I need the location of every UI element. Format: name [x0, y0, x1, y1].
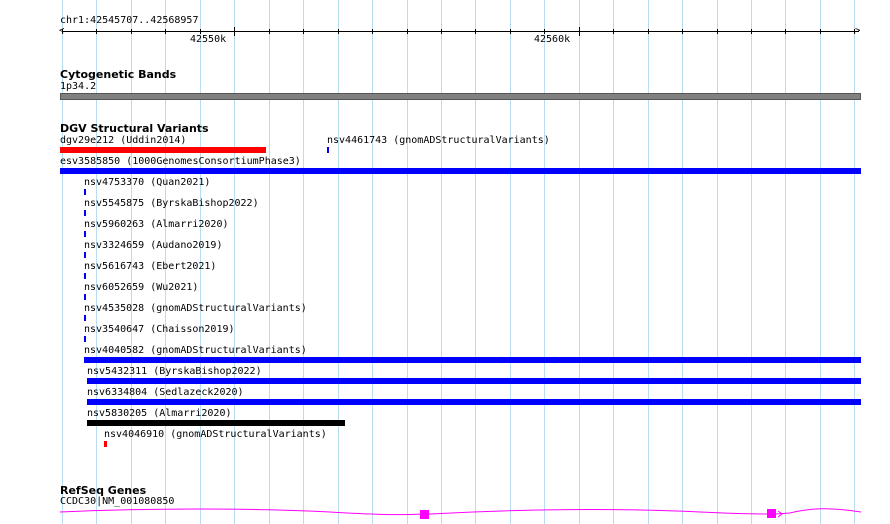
ruler-tick [131, 29, 132, 34]
ruler-tick [372, 29, 373, 34]
ruler-axis-line [62, 31, 859, 32]
variant-label: esv3585850 (1000GenomesConsortiumPhase3) [60, 156, 301, 167]
grid-line [441, 0, 442, 524]
grid-line [820, 0, 821, 524]
ruler-major-label-2: 42560k [534, 34, 571, 45]
variant-label: nsv6052659 (Wu2021) [84, 282, 199, 293]
variant-bar[interactable] [87, 399, 861, 405]
gene-exon [420, 510, 429, 519]
ruler-tick [338, 29, 339, 34]
variant-bar[interactable] [84, 273, 86, 279]
grid-line [303, 0, 304, 524]
variant-bar[interactable] [87, 420, 345, 426]
variant-bar[interactable] [84, 294, 86, 300]
grid-line [510, 0, 511, 524]
gene-model[interactable] [0, 504, 890, 524]
ruler-tick [717, 29, 718, 34]
variant-bar[interactable] [104, 441, 107, 447]
grid-line [854, 0, 855, 524]
ruler-tick [648, 29, 649, 34]
cytoband-track-title: Cytogenetic Bands [60, 68, 177, 81]
variant-label: nsv4461743 (gnomADStructuralVariants) [327, 135, 550, 146]
ruler-range-label: chr1:42545707..42568957 [60, 15, 199, 26]
variant-label: nsv6334804 (Sedlazeck2020) [87, 387, 244, 398]
ruler-tick [854, 29, 855, 34]
gene-exon [767, 509, 776, 518]
dgv-track-title: DGV Structural Variants [60, 122, 209, 135]
ruler-tick [544, 29, 545, 34]
variant-label: nsv3540647 (Chaisson2019) [84, 324, 235, 335]
ruler-tick [579, 27, 580, 36]
ruler-tick [303, 29, 304, 34]
grid-line [785, 0, 786, 524]
grid-line [407, 0, 408, 524]
ruler-major-label-1: 42550k [190, 34, 227, 45]
variant-bar[interactable] [84, 315, 86, 321]
variant-bar[interactable] [60, 168, 861, 174]
variant-bar[interactable] [84, 210, 86, 216]
ruler-tick [751, 29, 752, 34]
ruler-tick [682, 29, 683, 34]
variant-label: nsv4535028 (gnomADStructuralVariants) [84, 303, 307, 314]
variant-label: nsv5432311 (ByrskaBishop2022) [87, 366, 262, 377]
ruler-tick [820, 29, 821, 34]
grid-line [579, 0, 580, 524]
ruler-tick [510, 29, 511, 34]
variant-label: nsv4753370 (Quan2021) [84, 177, 211, 188]
grid-line [234, 0, 235, 524]
ruler-tick [269, 29, 270, 34]
variant-label: nsv5616743 (Ebert2021) [84, 261, 217, 272]
grid-line [338, 0, 339, 524]
grid-line [372, 0, 373, 524]
ruler-tick [407, 29, 408, 34]
variant-bar[interactable] [84, 336, 86, 342]
grid-line [751, 0, 752, 524]
grid-line [544, 0, 545, 524]
variant-bar[interactable] [84, 252, 86, 258]
cytoband-label: 1p34.2 [60, 81, 97, 92]
variant-label: nsv5960263 (Almarri2020) [84, 219, 229, 230]
variant-bar[interactable] [327, 147, 329, 153]
grid-line [475, 0, 476, 524]
ruler-right-arrow-icon: > [855, 26, 861, 36]
ruler-tick [441, 29, 442, 34]
variant-label: dgv29e212 (Uddin2014) [60, 135, 187, 146]
variant-bar[interactable] [60, 147, 266, 153]
variant-label: nsv5830205 (Almarri2020) [87, 408, 232, 419]
ruler-tick [785, 29, 786, 34]
variant-bar[interactable] [84, 231, 86, 237]
variant-label: nsv4040582 (gnomADStructuralVariants) [84, 345, 307, 356]
ruler-tick [62, 29, 63, 34]
variant-label: nsv4046910 (gnomADStructuralVariants) [104, 429, 327, 440]
ruler-tick [234, 27, 235, 36]
grid-line [648, 0, 649, 524]
variant-label: nsv3324659 (Audano2019) [84, 240, 223, 251]
grid-line [682, 0, 683, 524]
variant-bar[interactable] [87, 378, 861, 384]
grid-line [613, 0, 614, 524]
cytoband-bar[interactable] [60, 93, 861, 100]
ruler-tick [165, 29, 166, 34]
ruler-tick [613, 29, 614, 34]
ruler-tick [475, 29, 476, 34]
gene-intron-line [59, 508, 862, 516]
variant-label: nsv5545875 (ByrskaBishop2022) [84, 198, 259, 209]
ruler-tick [96, 29, 97, 34]
variant-bar[interactable] [84, 189, 86, 195]
ruler-tick [200, 29, 201, 34]
grid-line [717, 0, 718, 524]
grid-line [269, 0, 270, 524]
variant-bar[interactable] [84, 357, 861, 363]
